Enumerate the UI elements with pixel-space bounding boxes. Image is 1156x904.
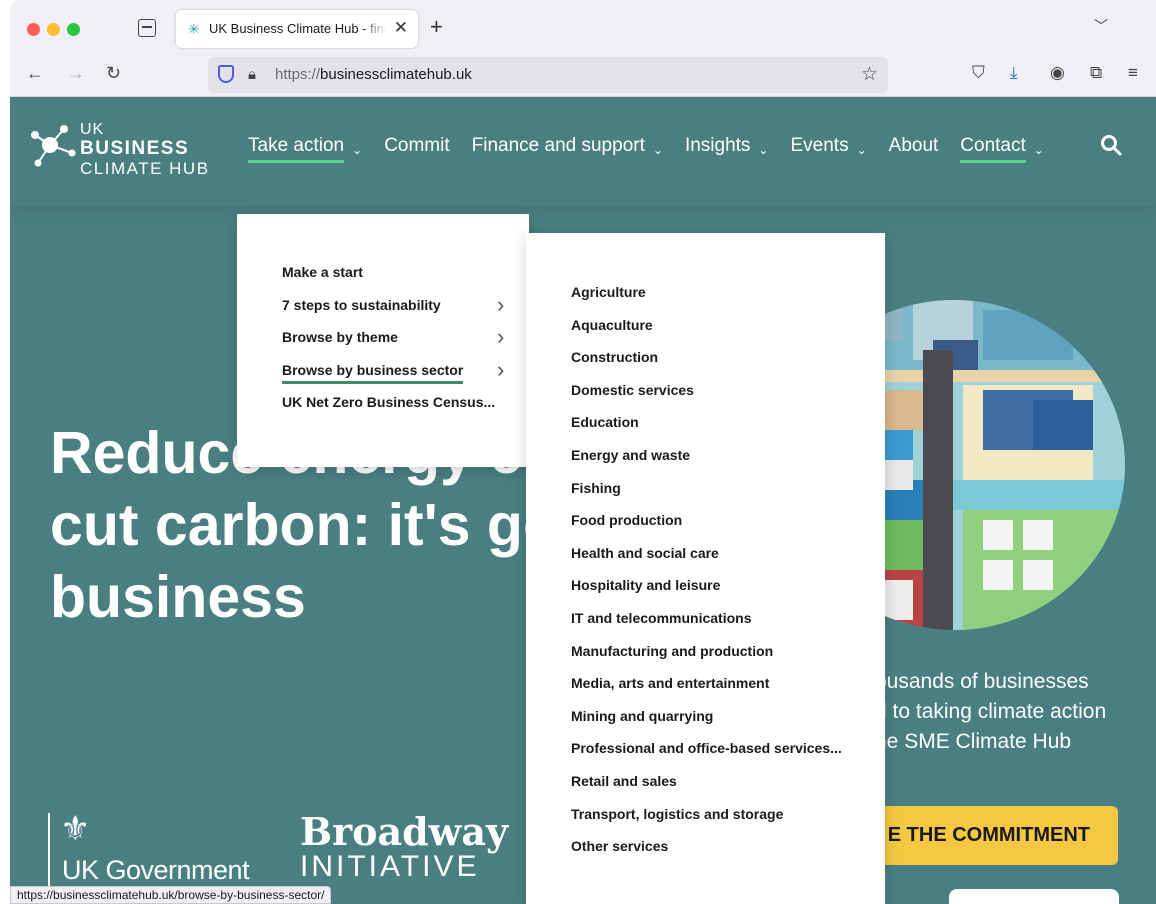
broadway-logo-text: Broadway [300, 809, 509, 854]
pocket-icon[interactable]: ⛉ [972, 63, 985, 83]
account-icon[interactable]: ◉ [1050, 63, 1065, 83]
extensions-icon[interactable]: ⧉ [1090, 63, 1102, 83]
sector-menu-item[interactable]: Energy and waste [571, 447, 690, 463]
nav-item-events[interactable]: Events ⌄ [790, 135, 866, 163]
address-bar[interactable]: 🔒︎ https://businessclimatehub.uk ☆ [208, 57, 888, 93]
tab-list-icon[interactable] [138, 19, 156, 37]
royal-crest-icon: ⚜ [60, 810, 91, 848]
logo-text-climate-hub[interactable]: CLIMATE HUB [80, 159, 210, 179]
initiative-logo-text: INITIATIVE [300, 850, 480, 883]
chevron-down-icon[interactable]: ⌄ [653, 143, 663, 157]
chevron-right-icon[interactable]: › [497, 326, 504, 348]
url-text[interactable]: https://businessclimatehub.uk [275, 66, 472, 83]
sector-menu-item[interactable]: Agriculture [571, 284, 646, 300]
chevron-right-icon[interactable]: › [497, 358, 504, 380]
gov-logo-text: UK Government [62, 855, 250, 885]
browser-window: ✳ UK Business Climate Hub - find ✕ + ﹀ ←… [10, 0, 1156, 97]
sector-menu-item[interactable]: Media, arts and entertainment [571, 675, 769, 691]
hub-logo-icon[interactable] [30, 123, 78, 169]
nav-item-label: Commit [384, 135, 450, 156]
sector-menu-item[interactable]: Fishing [571, 480, 621, 496]
status-bar-link: https://businessclimatehub.uk/browse-by-… [10, 886, 332, 904]
chevron-down-icon[interactable]: ⌄ [857, 143, 867, 157]
sector-menu-item[interactable]: Health and social care [571, 545, 719, 561]
menu-item[interactable]: 7 steps to sustainability [282, 297, 441, 313]
sector-menu-item[interactable]: Transport, logistics and storage [571, 806, 783, 822]
make-commitment-button[interactable]: E THE COMMITMENT [868, 806, 1118, 865]
minimize-window-button[interactable] [47, 23, 60, 36]
description-line: ousands of businesses [875, 670, 1089, 693]
main-navigation: Take action ⌄ Commit Finance and support ⌄ In… [248, 135, 1066, 163]
nav-item-label: About [888, 135, 939, 156]
nav-item-contact[interactable]: Contact ⌄ [960, 135, 1044, 163]
secondary-button[interactable] [949, 889, 1119, 904]
tab-title: UK Business Climate Hub - find [209, 21, 387, 36]
sector-menu-item[interactable]: Professional and office-based services..… [571, 740, 842, 756]
nav-item-label: Finance and support [471, 135, 645, 156]
description-line: he SME Climate Hub [875, 730, 1072, 753]
url-protocol: https:// [275, 66, 321, 83]
take-action-menu: Make a start 7 steps to sustainability › Br… [237, 214, 529, 467]
reload-icon[interactable]: ↻ [106, 63, 121, 84]
chevron-down-icon[interactable]: ⌄ [352, 143, 362, 157]
tab-bar: ✳ UK Business Climate Hub - find ✕ + ﹀ [10, 0, 1156, 52]
lock-icon[interactable]: 🔒︎ [248, 66, 256, 83]
nav-item-label: Insights [684, 135, 751, 156]
forward-arrow-icon[interactable]: → [67, 63, 85, 84]
sector-menu-item[interactable]: Mining and quarrying [571, 708, 713, 724]
chevron-down-icon[interactable]: ﹀ [1094, 16, 1108, 36]
back-arrow-icon[interactable]: ← [26, 63, 44, 84]
chevron-right-icon[interactable]: › [497, 293, 504, 315]
sector-menu-item[interactable]: Other services [571, 838, 668, 854]
gov-logo-bar [48, 813, 50, 891]
logo-text-business[interactable]: BUSINESS [80, 138, 189, 160]
menu-item[interactable]: Browse by theme [282, 329, 398, 345]
chevron-down-icon[interactable]: ⌄ [758, 143, 768, 157]
sector-menu-item[interactable]: IT and telecommunications [571, 610, 751, 626]
menu-item[interactable]: Make a start [282, 264, 363, 280]
sector-menu-item[interactable]: Hospitality and leisure [571, 577, 720, 593]
site-header: UK BUSINESS CLIMATE HUB Take action ⌄ Comm… [10, 97, 1156, 207]
chevron-down-icon[interactable]: ⌄ [1034, 143, 1044, 157]
nav-item-take-action[interactable]: Take action ⌄ [248, 135, 362, 163]
url-host: businessclimatehub.uk [320, 66, 472, 83]
nav-item-about[interactable]: About [889, 135, 939, 163]
close-tab-icon[interactable]: ✕ [394, 18, 408, 38]
menu-item[interactable]: UK Net Zero Business Census... [282, 394, 495, 410]
sector-menu-item[interactable]: Education [571, 414, 639, 430]
commitment-description: ousands of businesses d to taking climat… [875, 667, 1156, 757]
browser-tab[interactable]: ✳ UK Business Climate Hub - find ✕ [176, 10, 418, 48]
webpage: UK BUSINESS CLIMATE HUB Take action ⌄ Comm… [10, 97, 1156, 904]
bookmark-star-icon[interactable]: ☆ [861, 63, 878, 86]
nav-item-commit[interactable]: Commit [384, 135, 449, 163]
sector-menu-item[interactable]: Domestic services [571, 382, 694, 398]
hero-line: cut carbon: it's go [50, 492, 559, 558]
hero-line: business [50, 564, 306, 630]
broadway-initiative-logo[interactable]: Broadway INITIATIVE [300, 809, 508, 884]
nav-item-label: Events [790, 135, 849, 156]
search-icon[interactable] [1100, 134, 1122, 156]
nav-item-finance-and-support[interactable]: Finance and support ⌄ [472, 135, 663, 163]
sector-menu-item[interactable]: Food production [571, 512, 682, 528]
nav-item-label: Contact [960, 135, 1026, 163]
shield-icon[interactable] [218, 65, 234, 83]
logo-text-uk[interactable]: UK [80, 121, 104, 139]
nav-item-label: Take action [248, 135, 345, 163]
business-sector-submenu: Agriculture Aquaculture Construction Domest… [526, 233, 885, 904]
menu-icon[interactable]: ≡ [1128, 63, 1138, 83]
sector-menu-item[interactable]: Aquaculture [571, 317, 653, 333]
close-window-button[interactable] [27, 23, 40, 36]
menu-item[interactable]: Browse by business sector [282, 362, 464, 384]
nav-item-insights[interactable]: Insights ⌄ [685, 135, 769, 163]
favicon-icon: ✳ [188, 21, 200, 37]
new-tab-icon[interactable]: + [430, 14, 443, 40]
sector-menu-item[interactable]: Retail and sales [571, 773, 677, 789]
navigation-toolbar: ← → ↻ 🔒︎ https://businessclimatehub.uk ☆… [10, 52, 1156, 97]
sector-menu-item[interactable]: Manufacturing and production [571, 643, 773, 659]
download-icon[interactable]: ⤓ [1010, 63, 1018, 83]
zoom-window-button[interactable] [67, 23, 80, 36]
sector-menu-item[interactable]: Construction [571, 349, 658, 365]
description-line: d to taking climate action [875, 700, 1107, 723]
